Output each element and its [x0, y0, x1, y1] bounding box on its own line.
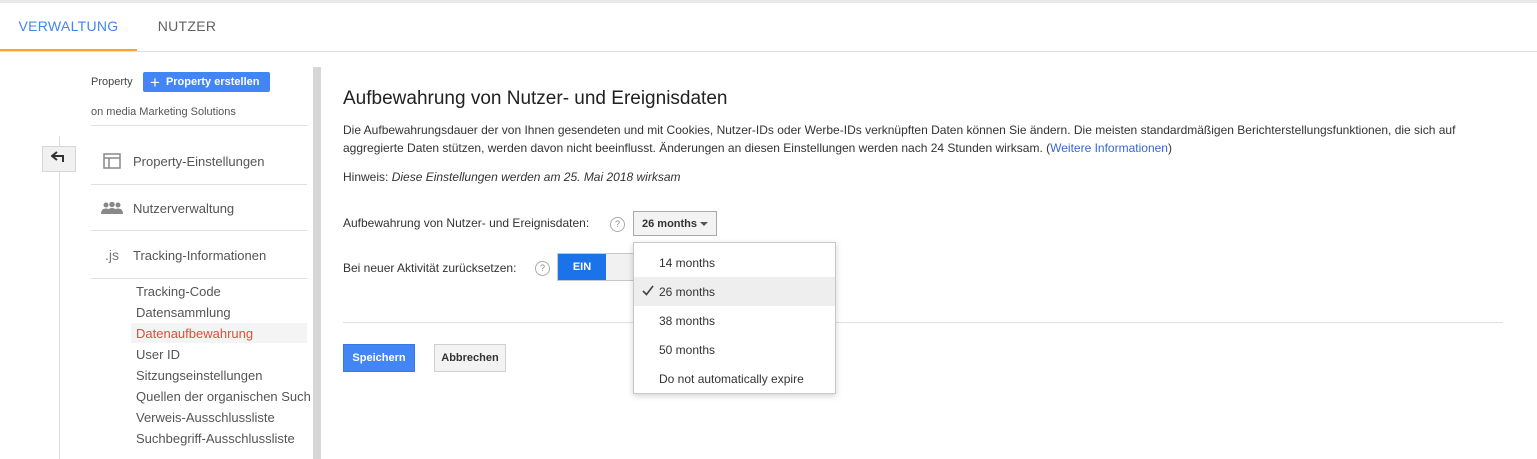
- description: Die Aufbewahrungsdauer der von Ihnen ges…: [343, 121, 1503, 157]
- dropdown-option-label: 38 months: [659, 313, 716, 328]
- description-end: ): [1167, 141, 1172, 155]
- sidebar-scrollbar[interactable]: [313, 67, 321, 459]
- dropdown-option-label: Do not automatically expire: [659, 371, 804, 386]
- dropdown-option-label: 50 months: [659, 342, 716, 357]
- tab-admin[interactable]: VERWALTUNG: [0, 3, 137, 51]
- subitem-data-collection[interactable]: Datensammlung: [136, 303, 231, 323]
- sidebar-divider: [91, 184, 307, 185]
- sidebar-item-property-settings[interactable]: Property-Einstellungen: [91, 139, 307, 183]
- sidebar-item-label: Nutzerverwaltung: [133, 200, 235, 216]
- subitem-search-term-exclusion[interactable]: Suchbegriff-Ausschlussliste: [136, 429, 295, 449]
- dropdown-option[interactable]: 14 months: [634, 248, 835, 277]
- sidebar-divider: [91, 230, 307, 231]
- tab-users[interactable]: NUTZER: [137, 3, 237, 49]
- dropdown-option-label: 14 months: [659, 255, 716, 270]
- plus-icon: +: [150, 72, 160, 92]
- learn-more-link[interactable]: Weitere Informationen: [1050, 141, 1168, 155]
- save-button[interactable]: Speichern: [343, 344, 415, 372]
- note-text: Diese Einstellungen werden am 25. Mai 20…: [391, 170, 681, 184]
- subitem-organic-search-sources[interactable]: Quellen der organischen Such: [136, 387, 311, 407]
- subitem-referral-exclusion[interactable]: Verweis-Ausschlussliste: [136, 408, 275, 428]
- back-arrow-icon: [50, 150, 67, 168]
- help-icon[interactable]: ?: [610, 217, 625, 232]
- dropdown-option[interactable]: 50 months: [634, 335, 835, 364]
- sidebar-item-label: Property-Einstellungen: [133, 153, 265, 169]
- layout-icon: [91, 153, 133, 169]
- dropdown-option[interactable]: Do not automatically expire: [634, 364, 835, 393]
- sidebar-item-user-management[interactable]: Nutzerverwaltung: [91, 186, 307, 230]
- help-icon[interactable]: ?: [535, 261, 550, 276]
- sidebar-divider: [91, 278, 307, 279]
- subitem-user-id[interactable]: User ID: [136, 345, 180, 365]
- dropdown-option-selected[interactable]: 26 months: [634, 277, 835, 306]
- js-icon: .js: [105, 247, 119, 263]
- retention-label: Aufbewahrung von Nutzer- und Ereignisdat…: [343, 216, 590, 230]
- subitem-data-retention[interactable]: Datenaufbewahrung: [136, 324, 253, 344]
- retention-select[interactable]: 26 months: [633, 211, 717, 236]
- create-property-label: Property erstellen: [165, 76, 260, 88]
- nav-vertical-line: [59, 136, 60, 459]
- sidebar-item-label: Tracking-Informationen: [133, 247, 267, 263]
- sidebar-divider: [91, 125, 307, 126]
- checkmark-icon: [642, 285, 654, 299]
- sidebar-item-tracking-info[interactable]: .js Tracking-Informationen: [91, 233, 307, 277]
- description-text: Die Aufbewahrungsdauer der von Ihnen ges…: [343, 123, 1456, 155]
- tab-bar: VERWALTUNG NUTZER: [0, 3, 1537, 52]
- toggle-off-side: [606, 254, 636, 280]
- back-button[interactable]: [42, 146, 76, 172]
- dropdown-option-label: 26 months: [659, 284, 716, 299]
- property-label: Property: [91, 76, 133, 88]
- dropdown-option[interactable]: 38 months: [634, 306, 835, 335]
- reset-label: Bei neuer Aktivität zurücksetzen:: [343, 261, 517, 275]
- subitem-session-settings[interactable]: Sitzungseinstellungen: [136, 366, 262, 386]
- page-title: Aufbewahrung von Nutzer- und Ereignisdat…: [343, 88, 728, 109]
- subitem-tracking-code[interactable]: Tracking-Code: [136, 282, 221, 302]
- account-name: on media Marketing Solutions: [91, 106, 236, 118]
- retention-select-value: 26 months: [642, 217, 698, 230]
- reset-toggle[interactable]: EIN: [557, 253, 637, 281]
- note-label: Hinweis:: [343, 170, 389, 184]
- toggle-on-label: EIN: [558, 254, 606, 280]
- create-property-button[interactable]: + Property erstellen: [143, 72, 270, 92]
- note: Hinweis: Diese Einstellungen werden am 2…: [343, 170, 681, 184]
- caret-down-icon: [700, 222, 708, 226]
- retention-dropdown-menu: 14 months 26 months 38 months 50 months …: [633, 242, 836, 394]
- cancel-button[interactable]: Abbrechen: [434, 344, 506, 372]
- people-icon: [91, 202, 133, 214]
- form-divider: [343, 322, 1503, 323]
